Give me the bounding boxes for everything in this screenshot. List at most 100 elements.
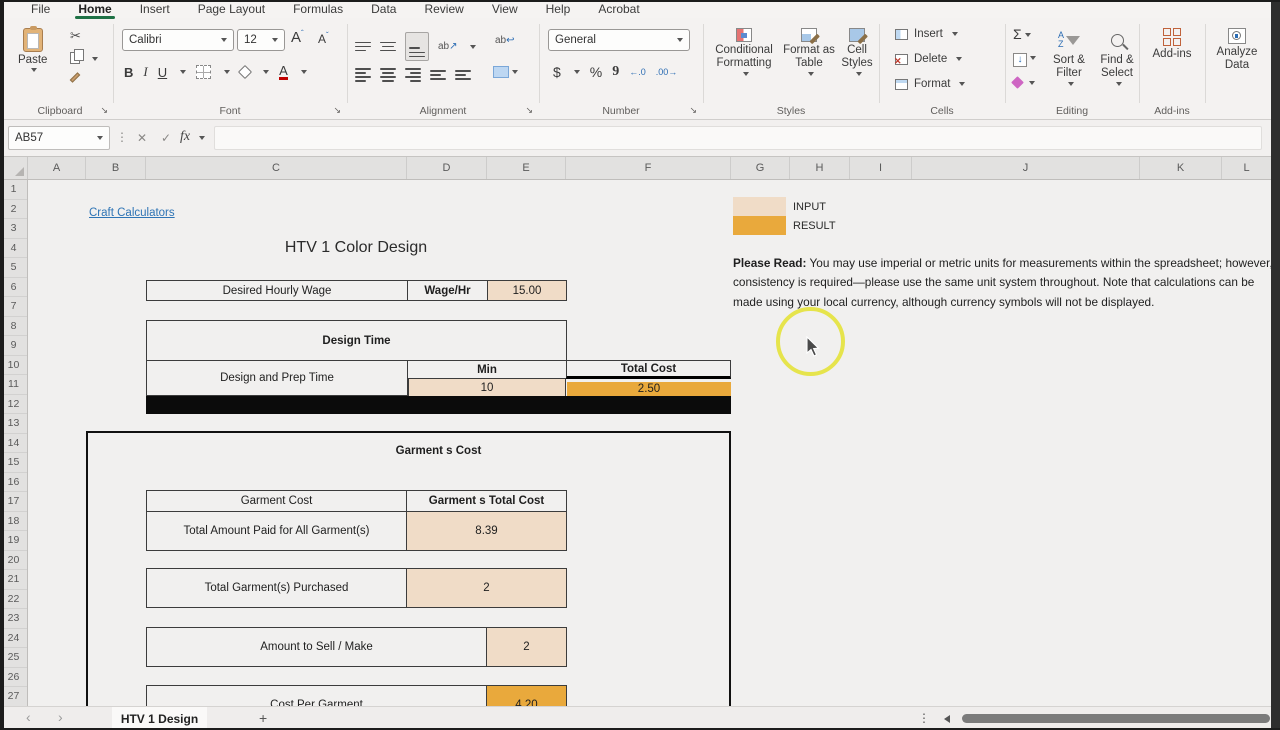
amount-to-sell-label-cell[interactable]: Amount to Sell / Make	[147, 628, 487, 666]
ribbon-tab-acrobat[interactable]: Acrobat	[585, 1, 652, 17]
conditional-formatting-button[interactable]: Conditional Formatting	[709, 20, 779, 76]
row-header-11[interactable]: 11	[0, 375, 27, 395]
row-header-21[interactable]: 21	[0, 570, 27, 590]
row-header-24[interactable]: 24	[0, 629, 27, 649]
total-cost-header-cell[interactable]: Total Cost	[566, 360, 731, 379]
column-header-B[interactable]: B	[86, 157, 146, 179]
number-dialog-launcher[interactable]: ↘	[689, 105, 697, 116]
row-header-17[interactable]: 17	[0, 492, 27, 512]
orientation-button[interactable]: ab↗	[438, 41, 458, 52]
row-header-16[interactable]: 16	[0, 473, 27, 493]
find-select-button[interactable]: Find & Select	[1095, 20, 1139, 86]
middle-align-button[interactable]	[380, 42, 396, 52]
design-prep-label-cell[interactable]: Design and Prep Time	[146, 360, 408, 396]
row-header-20[interactable]: 20	[0, 551, 27, 571]
row-header-1[interactable]: 1	[0, 180, 27, 200]
row-header-22[interactable]: 22	[0, 590, 27, 610]
increase-font-button[interactable]: Aˆ	[291, 29, 304, 46]
row-header-14[interactable]: 14	[0, 434, 27, 454]
column-header-C[interactable]: C	[146, 157, 407, 179]
bottom-align-button[interactable]	[405, 32, 429, 61]
design-time-header-cell[interactable]: Design Time	[146, 320, 567, 361]
ribbon-tab-data[interactable]: Data	[358, 1, 409, 17]
row-header-4[interactable]: 4	[0, 239, 27, 259]
row-header-5[interactable]: 5	[0, 258, 27, 278]
row-header-9[interactable]: 9	[0, 336, 27, 356]
fill-button[interactable]: ↓	[1013, 49, 1036, 67]
row-header-10[interactable]: 10	[0, 356, 27, 376]
font-dialog-launcher[interactable]: ↘	[333, 105, 341, 116]
align-center-button[interactable]	[380, 68, 396, 82]
percent-style-button[interactable]: %	[590, 64, 602, 80]
autosum-button[interactable]: Σ	[1013, 26, 1036, 42]
delete-cells-button[interactable]: ✕ Delete	[895, 53, 962, 65]
align-left-button[interactable]	[355, 68, 371, 82]
number-format-combo[interactable]: General	[548, 29, 690, 51]
sheet-tab-htv1design[interactable]: HTV 1 Design	[112, 707, 207, 730]
clear-button[interactable]	[1013, 74, 1036, 92]
craft-calculators-link[interactable]: Craft Calculators	[89, 207, 175, 219]
ribbon-tab-insert[interactable]: Insert	[127, 1, 183, 17]
align-right-button[interactable]	[405, 68, 421, 82]
column-header-L[interactable]: L	[1222, 157, 1272, 179]
select-all-corner[interactable]	[0, 157, 28, 179]
ribbon-tab-file[interactable]: File	[18, 1, 63, 17]
amount-paid-value-cell[interactable]: 8.39	[407, 512, 566, 550]
underline-button[interactable]: U	[158, 65, 167, 80]
total-cost-value-cell[interactable]: 2.50	[567, 382, 731, 396]
increase-indent-button[interactable]	[455, 70, 471, 80]
column-header-J[interactable]: J	[912, 157, 1140, 179]
italic-button[interactable]: I	[143, 64, 147, 80]
scrollbar-menu-icon[interactable]: ⋮	[918, 711, 930, 725]
garments-purchased-label-cell[interactable]: Total Garment(s) Purchased	[147, 569, 407, 607]
column-header-H[interactable]: H	[790, 157, 850, 179]
column-header-D[interactable]: D	[407, 157, 487, 179]
font-color-button[interactable]: A	[279, 64, 288, 80]
row-header-13[interactable]: 13	[0, 414, 27, 434]
cancel-button[interactable]: ✕	[137, 131, 147, 145]
row-header-25[interactable]: 25	[0, 648, 27, 668]
min-value-cell[interactable]: 10	[408, 379, 566, 396]
alignment-dialog-launcher[interactable]: ↘	[525, 105, 533, 116]
row-header-12[interactable]: 12	[0, 395, 27, 415]
format-painter-button[interactable]	[70, 72, 81, 83]
next-sheet-button[interactable]: ›	[58, 709, 63, 725]
row-header-6[interactable]: 6	[0, 278, 27, 298]
bold-button[interactable]: B	[124, 65, 133, 80]
font-name-combo[interactable]: Calibri	[122, 29, 234, 51]
column-header-K[interactable]: K	[1140, 157, 1222, 179]
ribbon-tab-page-layout[interactable]: Page Layout	[185, 1, 278, 17]
accounting-format-button[interactable]: $	[553, 64, 561, 80]
formula-input[interactable]	[214, 126, 1262, 150]
garment-cost-header-cell[interactable]: Garment Cost	[147, 491, 407, 511]
row-header-23[interactable]: 23	[0, 609, 27, 629]
decrease-font-button[interactable]: Aˇ	[318, 31, 329, 46]
scroll-left-arrow[interactable]	[944, 715, 950, 723]
add-sheet-button[interactable]: +	[259, 710, 267, 726]
column-header-A[interactable]: A	[28, 157, 86, 179]
vertical-scrollbar[interactable]	[1271, 0, 1280, 730]
prev-sheet-button[interactable]: ‹	[26, 709, 31, 725]
horizontal-scrollbar-thumb[interactable]	[962, 714, 1270, 723]
row-header-18[interactable]: 18	[0, 512, 27, 532]
comma-style-button[interactable]: 9	[612, 64, 619, 80]
column-header-E[interactable]: E	[487, 157, 566, 179]
cell-styles-button[interactable]: Cell Styles	[837, 20, 877, 76]
row-header-7[interactable]: 7	[0, 297, 27, 317]
wage-value-cell[interactable]: 15.00	[488, 281, 566, 300]
ribbon-tab-view[interactable]: View	[479, 1, 531, 17]
enter-button[interactable]: ✓	[161, 131, 171, 145]
sort-filter-button[interactable]: AZ Sort & Filter	[1045, 20, 1093, 86]
row-header-3[interactable]: 3	[0, 219, 27, 239]
ribbon-tab-help[interactable]: Help	[533, 1, 584, 17]
clipboard-dialog-launcher[interactable]: ↘	[100, 105, 108, 116]
name-box[interactable]: AB57	[8, 126, 110, 150]
row-header-26[interactable]: 26	[0, 668, 27, 688]
analyze-data-button[interactable]: Analyze Data	[1211, 20, 1263, 72]
row-header-19[interactable]: 19	[0, 531, 27, 551]
column-header-F[interactable]: F	[566, 157, 731, 179]
garments-purchased-value-cell[interactable]: 2	[407, 569, 566, 607]
row-header-8[interactable]: 8	[0, 317, 27, 337]
amount-paid-label-cell[interactable]: Total Amount Paid for All Garment(s)	[147, 512, 407, 550]
ribbon-tab-formulas[interactable]: Formulas	[280, 1, 356, 17]
